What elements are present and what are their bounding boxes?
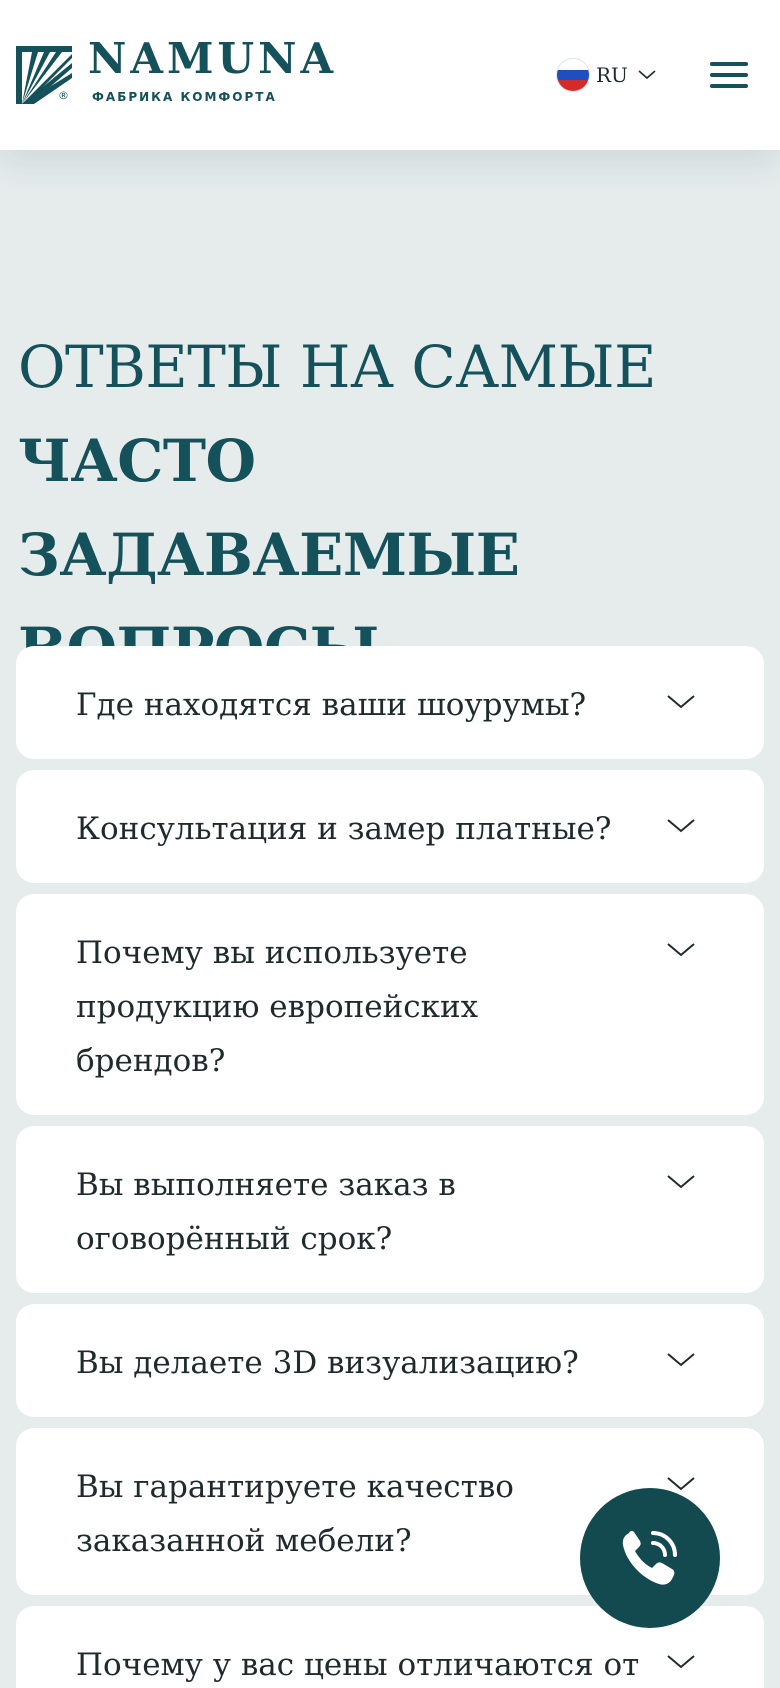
registered-mark: ®	[58, 89, 69, 102]
language-code: RU	[596, 63, 628, 87]
site-header: ® NAMUNA ФАБРИКА КОМФОРТА RU	[0, 0, 780, 150]
namuna-logo[interactable]: ® NAMUNA ФАБРИКА КОМФОРТА	[16, 38, 346, 114]
faq-item-european-brands[interactable]: Почему вы используете продукцию европейс…	[16, 894, 764, 1115]
chevron-down-icon	[667, 695, 695, 709]
faq-question: Консультация и замер платные?	[76, 811, 612, 847]
faq-item-consultation[interactable]: Консультация и замер платные?	[16, 770, 764, 883]
chevron-down-icon	[667, 819, 695, 833]
faq-heading: ОТВЕТЫ НА САМЫЕ ЧАСТО ЗАДАВАЕМЫЕ ВОПРОСЫ	[18, 320, 758, 696]
logo-wordmark: NAMUNA	[88, 34, 338, 83]
phone-call-icon	[622, 1530, 677, 1585]
chevron-down-icon	[667, 943, 695, 957]
faq-item-deadline[interactable]: Вы выполняете заказ в оговорённый срок?	[16, 1126, 764, 1293]
faq-item-showrooms[interactable]: Где находятся ваши шоурумы?	[16, 646, 764, 759]
faq-question: Вы делаете 3D визуализацию?	[76, 1345, 579, 1381]
faq-question: Вы гарантируете качество заказанной мебе…	[76, 1469, 514, 1559]
russia-flag-icon	[556, 58, 590, 92]
faq-question: Почему у вас цены отличаются от	[76, 1647, 640, 1683]
faq-question: Почему вы используете продукцию европейс…	[76, 935, 479, 1079]
call-button[interactable]	[580, 1488, 720, 1628]
faq-heading-line-1: ОТВЕТЫ НА САМЫЕ	[18, 333, 656, 401]
faq-question: Вы выполняете заказ в оговорённый срок?	[76, 1167, 456, 1257]
logo-tagline: ФАБРИКА КОМФОРТА	[92, 90, 277, 104]
chevron-down-icon	[638, 70, 656, 80]
chevron-down-icon	[667, 1477, 695, 1491]
faq-item-3d-visualization[interactable]: Вы делаете 3D визуализацию?	[16, 1304, 764, 1417]
language-selector[interactable]: RU	[556, 58, 656, 92]
hamburger-menu-icon[interactable]	[710, 62, 748, 90]
chevron-down-icon	[667, 1175, 695, 1189]
chevron-down-icon	[667, 1353, 695, 1367]
chevron-down-icon	[667, 1655, 695, 1669]
faq-heading-line-2: ЧАСТО ЗАДАВАЕМЫЕ	[18, 427, 520, 589]
faq-question: Где находятся ваши шоурумы?	[76, 687, 587, 723]
